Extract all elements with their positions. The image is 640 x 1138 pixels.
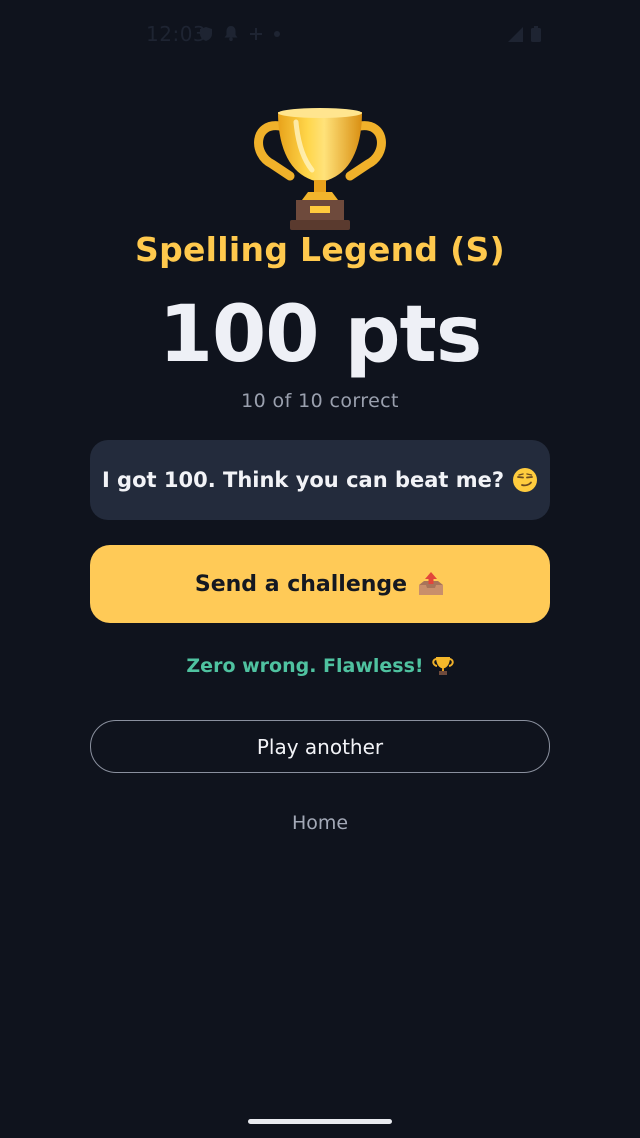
- share-message-text: I got 100. Think you can beat me?: [101, 468, 505, 492]
- plus-icon: [250, 27, 262, 40]
- status-time: 12:03: [146, 22, 207, 46]
- status-bar: 12:03: [0, 0, 640, 68]
- trophy-icon: [254, 108, 386, 230]
- flawless-message: Zero wrong. Flawless!: [0, 655, 640, 677]
- share-message-card: I got 100. Think you can beat me?: [90, 440, 550, 520]
- home-indicator[interactable]: [248, 1119, 392, 1124]
- flawless-text: Zero wrong. Flawless!: [186, 655, 424, 677]
- send-challenge-label: Send a challenge: [194, 571, 408, 597]
- play-another-label: Play another: [256, 734, 384, 759]
- shield-icon: [200, 26, 212, 41]
- status-icons-right: [508, 26, 541, 42]
- smirk-face-icon: [513, 468, 538, 492]
- signal-icon: [508, 26, 523, 42]
- home-link[interactable]: Home: [0, 812, 640, 834]
- bell-icon: [224, 26, 238, 41]
- score-value: 100 pts: [158, 290, 483, 380]
- status-icons-left: [200, 26, 280, 41]
- battery-icon: [531, 26, 541, 42]
- dot-icon: [274, 30, 280, 37]
- trophy-icon: [431, 657, 454, 675]
- outbox-tray-icon: [419, 572, 444, 595]
- send-challenge-button[interactable]: Send a challenge: [90, 545, 550, 623]
- correct-count: 10 of 10 correct: [241, 390, 399, 412]
- result-title: Spelling Legend (S): [135, 230, 505, 269]
- play-another-button[interactable]: Play another: [90, 720, 550, 773]
